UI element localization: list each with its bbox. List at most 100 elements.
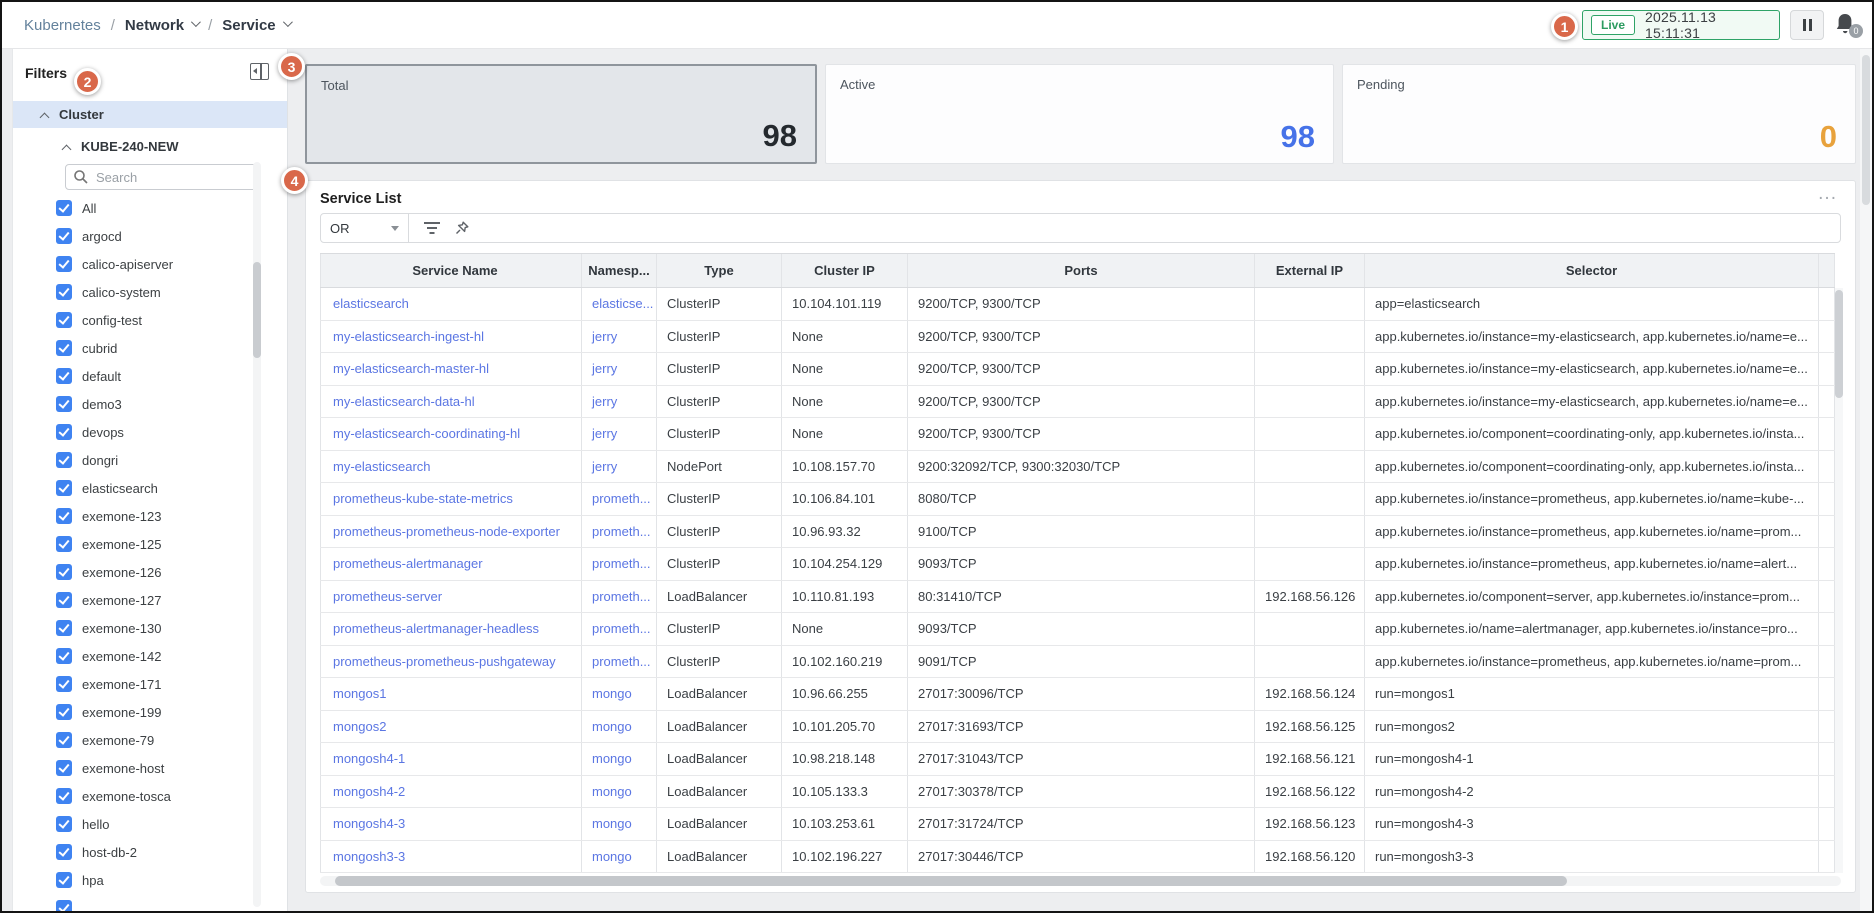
namespace-checkbox-item[interactable]: host-db-2	[13, 838, 261, 866]
namespace-link[interactable]: prometh...	[582, 613, 657, 645]
namespace-checkbox-item[interactable]: All	[13, 194, 261, 222]
namespace-link[interactable]: prometh...	[582, 646, 657, 678]
collapse-panel-icon[interactable]	[250, 63, 269, 80]
namespace-checkbox-item[interactable]: exemone-127	[13, 586, 261, 614]
checkbox-checked-icon[interactable]	[56, 620, 72, 636]
col-header-cluster-ip[interactable]: Cluster IP	[782, 254, 908, 287]
breadcrumb-menu-service[interactable]: Service	[222, 17, 289, 34]
namespace-checkbox-item[interactable]: exemone-126	[13, 558, 261, 586]
namespace-link[interactable]: elasticse...	[582, 288, 657, 320]
service-name-link[interactable]: prometheus-prometheus-node-exporter	[320, 516, 582, 548]
col-header-type[interactable]: Type	[657, 254, 782, 287]
namespace-checkbox-item[interactable]: cubrid	[13, 334, 261, 362]
namespace-checkbox-item[interactable]: exemone-125	[13, 530, 261, 558]
namespace-checkbox-item[interactable]: exemone-79	[13, 726, 261, 754]
namespace-link[interactable]: jerry	[582, 418, 657, 450]
namespace-link[interactable]: jerry	[582, 353, 657, 385]
namespace-checkbox-item[interactable]: calico-apiserver	[13, 250, 261, 278]
namespace-checkbox-item[interactable]: hpa	[13, 866, 261, 894]
page-scrollbar[interactable]	[1860, 49, 1872, 911]
stat-card-active[interactable]: Active 98	[825, 64, 1334, 164]
live-time-control[interactable]: Live 2025.11.13 15:11:31	[1582, 10, 1780, 40]
namespace-link[interactable]: jerry	[582, 321, 657, 353]
checkbox-checked-icon[interactable]	[56, 704, 72, 720]
namespace-link[interactable]: prometh...	[582, 483, 657, 515]
namespace-checkbox-item[interactable]: calico-system	[13, 278, 261, 306]
namespace-link[interactable]: prometh...	[582, 581, 657, 613]
namespace-checkbox-item[interactable]: exemone-tosca	[13, 782, 261, 810]
sidebar-scrollbar[interactable]	[253, 162, 261, 907]
namespace-checkbox-item[interactable]: exemone-142	[13, 642, 261, 670]
namespace-checkbox-item[interactable]: devops	[13, 418, 261, 446]
checkbox-checked-icon[interactable]	[56, 900, 72, 911]
namespace-checkbox-item[interactable]: argocd	[13, 222, 261, 250]
breadcrumb-menu-network[interactable]: Network	[125, 17, 198, 34]
checkbox-checked-icon[interactable]	[56, 256, 72, 272]
service-name-link[interactable]: my-elasticsearch	[320, 451, 582, 483]
namespace-link[interactable]: jerry	[582, 451, 657, 483]
pin-icon[interactable]	[454, 220, 470, 236]
col-header-namespace[interactable]: Namesp...	[582, 254, 657, 287]
checkbox-checked-icon[interactable]	[56, 732, 72, 748]
namespace-checkbox-item[interactable]: demo3	[13, 390, 261, 418]
namespace-link[interactable]: mongo	[582, 808, 657, 840]
checkbox-checked-icon[interactable]	[56, 816, 72, 832]
checkbox-checked-icon[interactable]	[56, 284, 72, 300]
service-name-link[interactable]: prometheus-prometheus-pushgateway	[320, 646, 582, 678]
checkbox-checked-icon[interactable]	[56, 788, 72, 804]
service-name-link[interactable]: my-elasticsearch-ingest-hl	[320, 321, 582, 353]
namespace-checkbox-item[interactable]: exemone-123	[13, 502, 261, 530]
col-header-selector[interactable]: Selector	[1365, 254, 1819, 287]
checkbox-checked-icon[interactable]	[56, 368, 72, 384]
table-vscroll-thumb[interactable]	[1835, 290, 1843, 398]
checkbox-checked-icon[interactable]	[56, 760, 72, 776]
checkbox-checked-icon[interactable]	[56, 676, 72, 692]
service-name-link[interactable]: mongos1	[320, 678, 582, 710]
checkbox-checked-icon[interactable]	[56, 200, 72, 216]
table-hscroll-thumb[interactable]	[335, 876, 1567, 886]
namespace-link[interactable]: mongo	[582, 841, 657, 873]
checkbox-checked-icon[interactable]	[56, 648, 72, 664]
checkbox-checked-icon[interactable]	[56, 508, 72, 524]
namespace-checkbox-item[interactable]: exemone-199	[13, 698, 261, 726]
service-name-link[interactable]: mongosh4-2	[320, 776, 582, 808]
col-header-service-name[interactable]: Service Name	[320, 254, 582, 287]
stat-card-pending[interactable]: Pending 0	[1342, 64, 1856, 164]
more-options-icon[interactable]: ...	[1818, 183, 1837, 205]
stat-card-total[interactable]: Total 98	[305, 64, 817, 164]
checkbox-checked-icon[interactable]	[56, 480, 72, 496]
checkbox-checked-icon[interactable]	[56, 340, 72, 356]
service-name-link[interactable]: mongos2	[320, 711, 582, 743]
operator-select[interactable]: OR	[321, 214, 409, 242]
service-name-link[interactable]: elasticsearch	[320, 288, 582, 320]
checkbox-checked-icon[interactable]	[56, 592, 72, 608]
service-name-link[interactable]: mongosh4-3	[320, 808, 582, 840]
filter-icon[interactable]	[424, 222, 440, 234]
namespace-checkbox-item[interactable]: hello	[13, 810, 261, 838]
checkbox-checked-icon[interactable]	[56, 536, 72, 552]
namespace-link[interactable]: mongo	[582, 776, 657, 808]
col-header-external-ip[interactable]: External IP	[1255, 254, 1365, 287]
notification-bell-button[interactable]: 0	[1834, 12, 1858, 38]
breadcrumb-root[interactable]: Kubernetes	[24, 17, 101, 34]
pause-button[interactable]	[1790, 10, 1824, 40]
sidebar-scrollbar-thumb[interactable]	[253, 262, 261, 358]
service-name-link[interactable]: my-elasticsearch-data-hl	[320, 386, 582, 418]
page-scrollbar-thumb[interactable]	[1862, 55, 1870, 205]
checkbox-checked-icon[interactable]	[56, 844, 72, 860]
table-vertical-scrollbar[interactable]	[1835, 288, 1843, 873]
checkbox-checked-icon[interactable]	[56, 396, 72, 412]
namespace-checkbox-item[interactable]: config-test	[13, 306, 261, 334]
checkbox-checked-icon[interactable]	[56, 424, 72, 440]
service-name-link[interactable]: my-elasticsearch-coordinating-hl	[320, 418, 582, 450]
namespace-link[interactable]: mongo	[582, 743, 657, 775]
service-name-link[interactable]: prometheus-alertmanager	[320, 548, 582, 580]
tree-node-cluster[interactable]: Cluster	[13, 101, 287, 128]
namespace-link[interactable]: mongo	[582, 678, 657, 710]
checkbox-checked-icon[interactable]	[56, 312, 72, 328]
tree-node-cluster-name[interactable]: KUBE-240-NEW	[13, 133, 287, 160]
checkbox-checked-icon[interactable]	[56, 228, 72, 244]
namespace-checkbox-item-partial[interactable]	[13, 894, 261, 911]
service-name-link[interactable]: mongosh3-3	[320, 841, 582, 873]
namespace-checkbox-item[interactable]: default	[13, 362, 261, 390]
